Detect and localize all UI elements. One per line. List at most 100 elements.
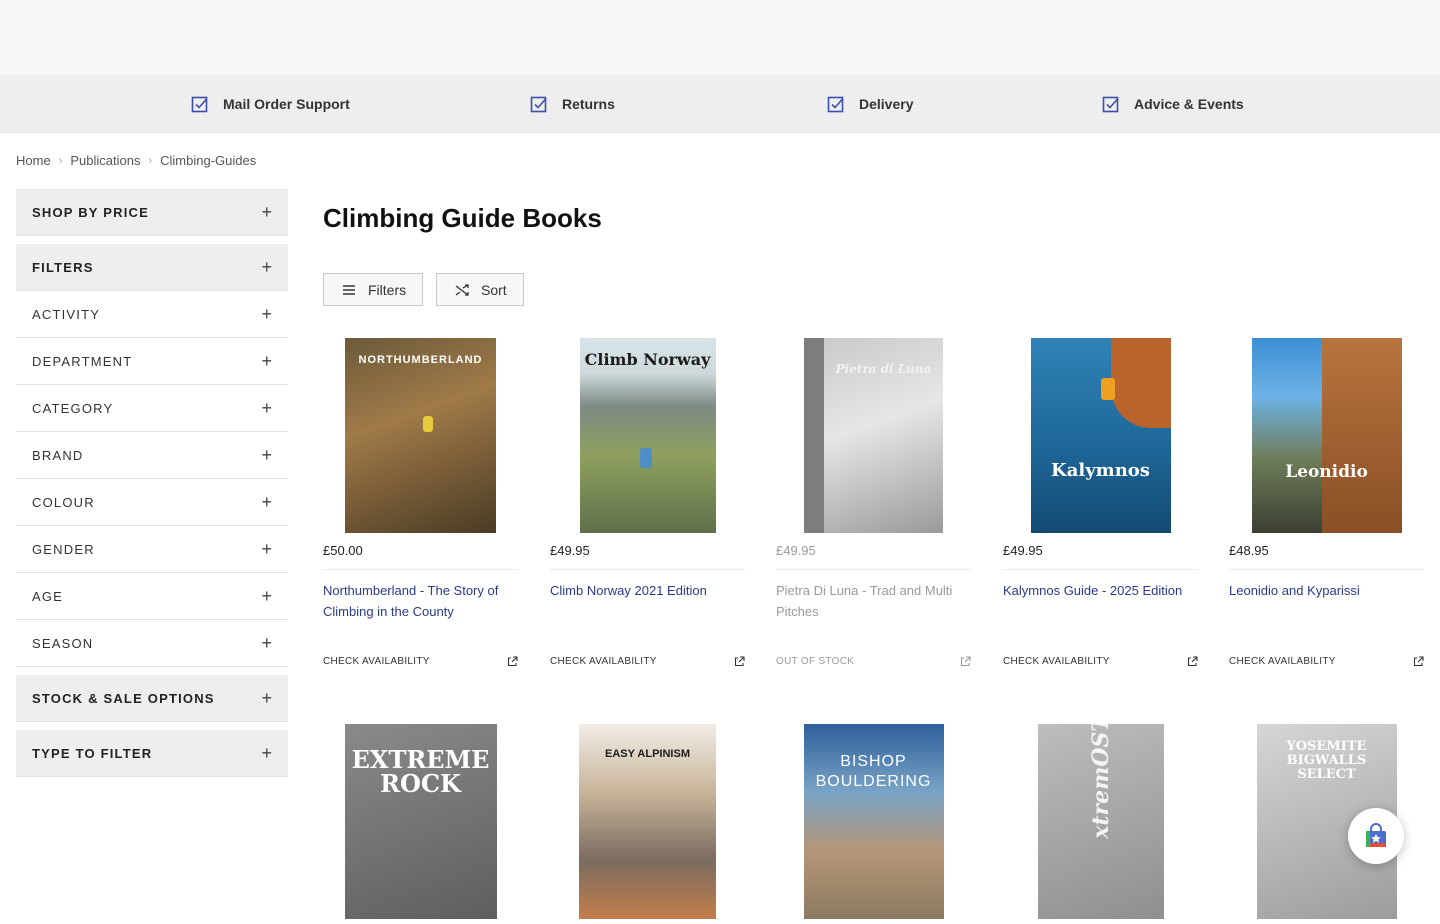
cover-rock xyxy=(1110,338,1171,428)
availability-row[interactable]: CHECK AVAILABILITY xyxy=(323,656,518,667)
breadcrumb-current: Climbing-Guides xyxy=(160,153,257,168)
plus-icon: + xyxy=(261,585,272,606)
product-cover-image[interactable]: EASY ALPINISM xyxy=(579,724,716,919)
top-header-bar xyxy=(0,0,1440,75)
product-name-link[interactable]: Climb Norway 2021 Edition xyxy=(550,580,745,656)
product-cover-image[interactable]: Leonidio xyxy=(1251,338,1402,533)
product-card[interactable]: Pietra di Luna £49.95 Pietra Di Luna - T… xyxy=(776,338,971,667)
climber-figure xyxy=(639,448,652,468)
breadcrumb-publications[interactable]: Publications xyxy=(70,153,140,168)
product-name-link[interactable]: Northumberland - The Story of Climbing i… xyxy=(323,580,518,656)
facet-stock-sale-options[interactable]: STOCK & SALE OPTIONS + xyxy=(16,675,288,722)
product-card[interactable]: BISHOP BOULDERING xyxy=(776,724,971,924)
product-card[interactable]: Kalymnos £49.95 Kalymnos Guide - 2025 Ed… xyxy=(1003,338,1198,667)
facet-age[interactable]: AGE + xyxy=(16,573,288,620)
info-mail-order-support[interactable]: Mail Order Support xyxy=(191,75,350,133)
product-card[interactable]: Climb Norway £49.95 Climb Norway 2021 Ed… xyxy=(550,338,745,667)
info-label: Returns xyxy=(562,96,615,112)
facet-category[interactable]: CATEGORY + xyxy=(16,385,288,432)
menu-icon xyxy=(343,284,355,295)
shuffle-icon xyxy=(455,283,469,296)
info-advice-events[interactable]: Advice & Events xyxy=(1102,75,1244,133)
cover-spine-band xyxy=(804,338,824,533)
availability-label: CHECK AVAILABILITY xyxy=(1003,656,1110,667)
product-name-link[interactable]: Kalymnos Guide - 2025 Edition xyxy=(1003,580,1198,656)
cover-title: Pietra di Luna xyxy=(835,362,932,376)
product-cover-image[interactable]: Kalymnos xyxy=(1030,338,1171,533)
checkbox-icon xyxy=(191,96,208,113)
shopping-bag-button[interactable] xyxy=(1348,808,1404,864)
cover-title: NORTHUMBERLAND xyxy=(358,354,483,366)
sort-label: Sort xyxy=(481,281,507,298)
product-cover-image[interactable]: EXTREME ROCK xyxy=(344,724,497,919)
info-returns[interactable]: Returns xyxy=(530,75,615,133)
checkbox-icon xyxy=(827,96,844,113)
sort-button[interactable]: Sort xyxy=(436,273,524,306)
product-card[interactable]: xtremOST xyxy=(1003,724,1198,924)
facet-colour[interactable]: COLOUR + xyxy=(16,479,288,526)
breadcrumb-home[interactable]: Home xyxy=(16,153,51,168)
availability-row[interactable]: CHECK AVAILABILITY xyxy=(550,656,745,667)
chevron-right-icon: › xyxy=(148,154,153,167)
availability-label: CHECK AVAILABILITY xyxy=(550,656,657,667)
product-card[interactable]: EXTREME ROCK xyxy=(323,724,518,924)
climber-figure xyxy=(1100,378,1115,400)
cover-title: xtremOST xyxy=(1087,724,1114,839)
product-price: £48.95 xyxy=(1229,543,1424,570)
facet-shop-by-price[interactable]: SHOP BY PRICE + xyxy=(16,189,288,236)
product-cover-image[interactable]: NORTHUMBERLAND xyxy=(345,338,496,533)
product-price: £49.95 xyxy=(1003,543,1198,570)
plus-icon: + xyxy=(261,201,272,222)
external-link-icon xyxy=(734,656,745,667)
plus-icon: + xyxy=(261,444,272,465)
external-link-icon xyxy=(1187,656,1198,667)
external-link-icon xyxy=(1413,656,1424,667)
info-label: Delivery xyxy=(859,96,914,112)
facet-activity[interactable]: ACTIVITY + xyxy=(16,291,288,338)
product-cover-image[interactable]: xtremOST xyxy=(1037,724,1164,919)
availability-label: CHECK AVAILABILITY xyxy=(323,656,430,667)
product-cover-image[interactable]: BISHOP BOULDERING xyxy=(803,724,944,919)
product-card[interactable]: NORTHUMBERLAND £50.00 Northumberland - T… xyxy=(323,338,518,667)
plus-icon: + xyxy=(261,303,272,324)
cover-title: Leonidio xyxy=(1285,462,1368,482)
cover-title: Kalymnos xyxy=(1051,460,1150,481)
filters-label: Filters xyxy=(368,281,407,298)
checkbox-icon xyxy=(530,96,547,113)
plus-icon: + xyxy=(261,632,272,653)
climber-figure xyxy=(423,416,433,432)
info-label: Mail Order Support xyxy=(223,96,350,112)
product-name-link[interactable]: Pietra Di Luna - Trad and Multi Pitches xyxy=(776,580,971,656)
plus-icon: + xyxy=(261,256,272,277)
facet-brand[interactable]: BRAND + xyxy=(16,432,288,479)
product-card[interactable]: Leonidio £48.95 Leonidio and Kyparissi C… xyxy=(1229,338,1424,667)
chevron-right-icon: › xyxy=(58,154,63,167)
product-cover-image[interactable]: Pietra di Luna xyxy=(804,338,943,533)
product-card[interactable]: EASY ALPINISM xyxy=(550,724,745,924)
availability-row[interactable]: OUT OF STOCK xyxy=(776,656,971,667)
info-delivery[interactable]: Delivery xyxy=(827,75,913,133)
cover-title: BISHOP BOULDERING xyxy=(815,753,932,790)
availability-label: CHECK AVAILABILITY xyxy=(1229,656,1336,667)
facet-gender[interactable]: GENDER + xyxy=(16,526,288,573)
filter-sidebar: SHOP BY PRICE + FILTERS + ACTIVITY + DEPART… xyxy=(16,189,288,777)
facet-type-to-filter[interactable]: TYPE TO FILTER + xyxy=(16,730,288,777)
availability-row[interactable]: CHECK AVAILABILITY xyxy=(1003,656,1198,667)
product-cover-image[interactable]: Climb Norway xyxy=(579,338,716,533)
page-title: Climbing Guide Books xyxy=(323,203,602,233)
info-label: Advice & Events xyxy=(1134,96,1244,112)
product-price: £49.95 xyxy=(550,543,745,570)
cover-title: Climb Norway xyxy=(584,350,711,369)
plus-icon: + xyxy=(261,397,272,418)
plus-icon: + xyxy=(261,742,272,763)
product-price: £49.95 xyxy=(776,543,971,570)
facet-department[interactable]: DEPARTMENT + xyxy=(16,338,288,385)
filters-button[interactable]: Filters xyxy=(323,273,424,306)
facet-filters[interactable]: FILTERS + xyxy=(16,244,288,291)
cover-title: YOSEMITE BIGWALLS SELECT xyxy=(1286,739,1367,782)
plus-icon: + xyxy=(261,491,272,512)
availability-row[interactable]: CHECK AVAILABILITY xyxy=(1229,656,1424,667)
facet-season[interactable]: SEASON + xyxy=(16,620,288,667)
plus-icon: + xyxy=(261,538,272,559)
product-name-link[interactable]: Leonidio and Kyparissi xyxy=(1229,580,1424,656)
